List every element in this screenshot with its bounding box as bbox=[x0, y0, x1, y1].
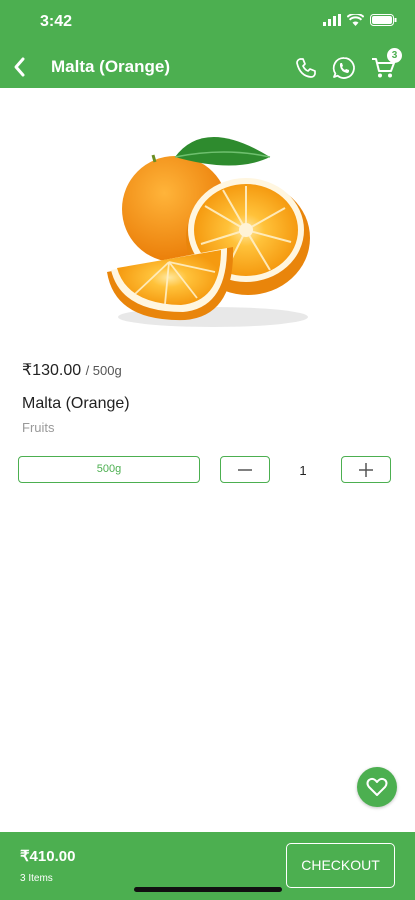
cart-total: ₹410.00 bbox=[20, 848, 76, 865]
cart-count-badge: 3 bbox=[387, 48, 402, 63]
product-price: ₹130.00 / 500g bbox=[22, 360, 122, 380]
wifi-icon bbox=[347, 14, 364, 26]
page-title: Malta (Orange) bbox=[51, 57, 171, 76]
product-image bbox=[107, 137, 310, 327]
home-indicator[interactable] bbox=[134, 887, 282, 892]
increase-quantity-button[interactable] bbox=[341, 456, 391, 483]
product-category: Fruits bbox=[22, 420, 55, 435]
favorite-button[interactable] bbox=[357, 767, 397, 807]
weight-selector[interactable]: 500g bbox=[18, 456, 200, 483]
price-value: ₹130.00 bbox=[22, 362, 82, 379]
quantity-value: 1 bbox=[299, 463, 307, 478]
status-time: 3:42 bbox=[40, 13, 73, 30]
plus-icon bbox=[359, 462, 373, 477]
status-icons bbox=[323, 14, 397, 26]
price-unit: / 500g bbox=[85, 363, 122, 378]
signal-icon bbox=[323, 14, 341, 26]
heart-icon bbox=[366, 777, 388, 796]
phone-icon[interactable] bbox=[292, 54, 320, 82]
checkout-button[interactable]: CHECKOUT bbox=[286, 843, 395, 888]
whatsapp-icon[interactable] bbox=[330, 54, 358, 82]
product-name: Malta (Orange) bbox=[22, 395, 130, 412]
app-bar: Malta (Orange) 3 bbox=[0, 46, 415, 88]
status-bar: 3:42 bbox=[0, 0, 415, 46]
cart-button[interactable]: 3 bbox=[370, 48, 402, 82]
battery-icon bbox=[370, 14, 397, 26]
back-icon[interactable] bbox=[8, 54, 34, 80]
cart-items-count: 3 Items bbox=[20, 873, 53, 884]
decrease-quantity-button[interactable] bbox=[220, 456, 270, 483]
minus-icon bbox=[238, 468, 252, 471]
